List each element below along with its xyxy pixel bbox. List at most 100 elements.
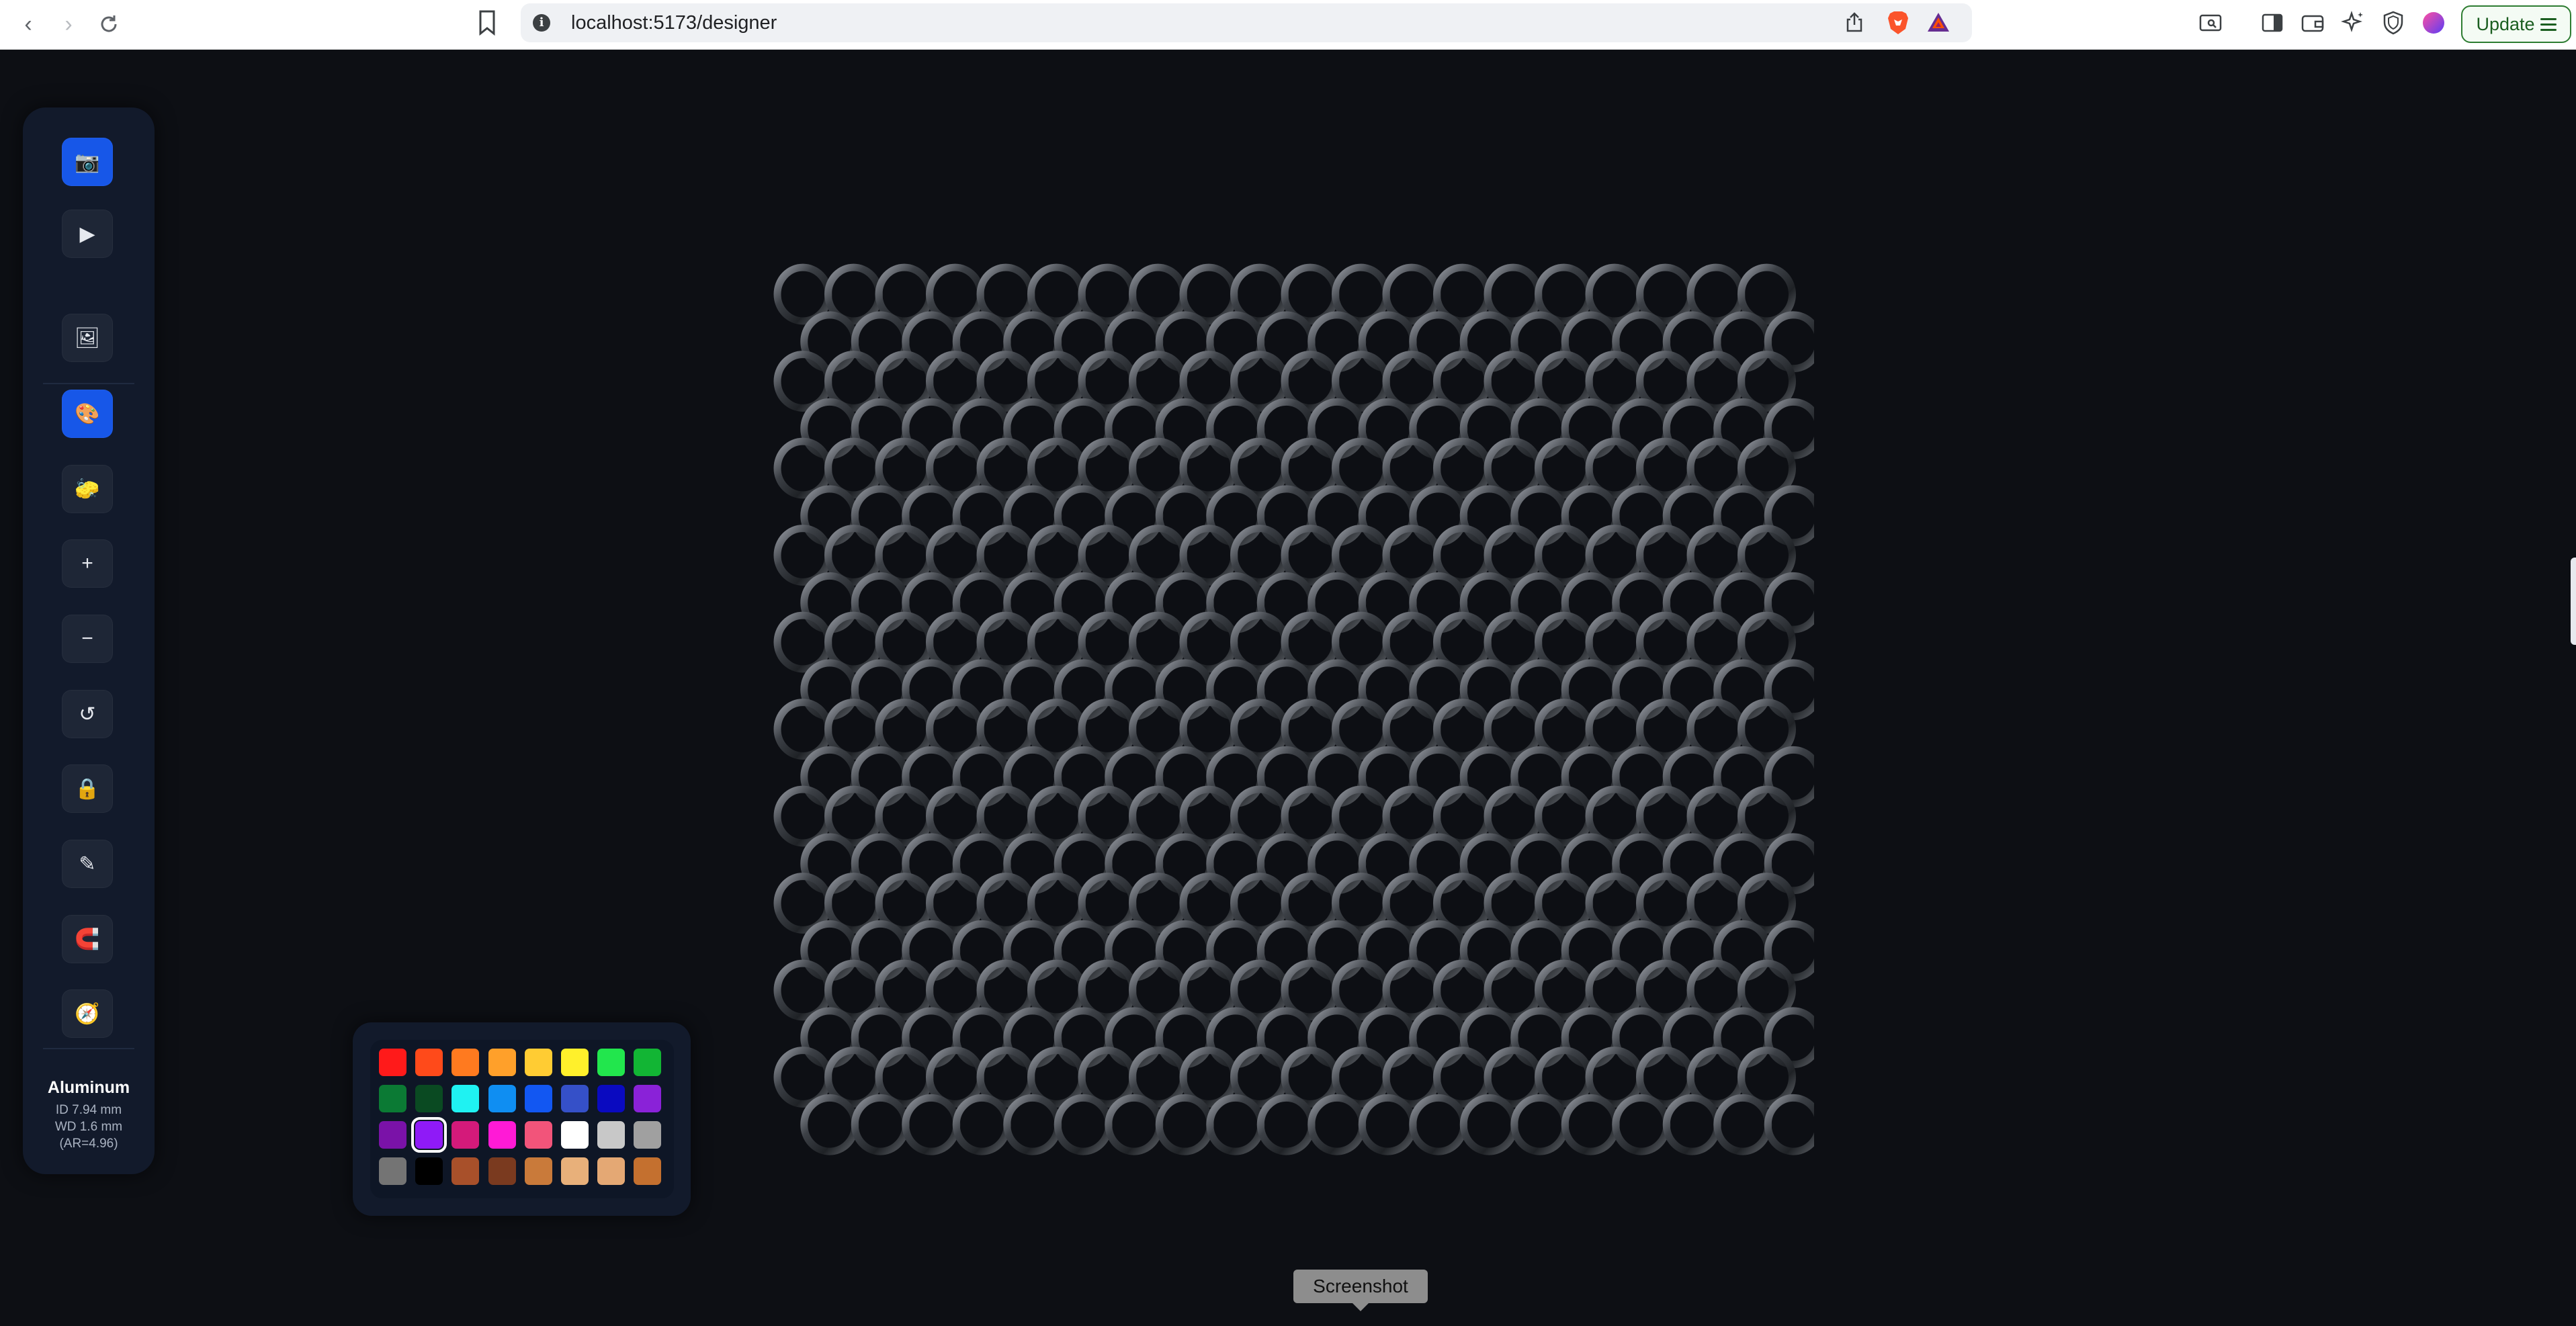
chainmail-ring[interactable] [1206,1094,1265,1155]
chainmail-ring[interactable] [800,833,859,895]
play-button[interactable]: ▶ [62,210,113,258]
camera-tool-button[interactable]: 📷 [62,138,113,186]
color-swatch[interactable] [452,1121,480,1149]
chainmail-ring[interactable] [902,572,961,633]
color-swatch[interactable] [634,1085,662,1112]
color-swatch[interactable] [488,1121,516,1149]
color-swatch[interactable] [634,1049,662,1076]
chainmail-ring[interactable] [1510,311,1570,373]
chainmail-ring[interactable] [1510,572,1570,633]
chainmail-ring[interactable] [1003,659,1062,721]
chainmail-ring[interactable] [1358,920,1417,981]
chainmail-ring[interactable] [902,746,961,807]
leo-ai-icon[interactable] [2339,9,2366,36]
chainmail-ring[interactable] [851,1094,910,1155]
chainmail-ring[interactable] [1459,920,1518,981]
chainmail-ring[interactable] [1510,659,1570,721]
chainmail-ring[interactable] [1409,1007,1468,1069]
chainmail-ring[interactable] [1358,746,1417,807]
chainmail-ring[interactable] [1155,398,1214,459]
update-button[interactable]: Update [2461,5,2571,43]
chainmail-ring[interactable] [1612,1094,1671,1155]
color-swatch[interactable] [634,1157,662,1185]
chainmail-ring[interactable] [1764,746,1814,807]
chainmail-ring[interactable] [1713,1094,1772,1155]
color-swatch[interactable] [488,1085,516,1112]
chainmail-ring[interactable] [1256,833,1316,895]
chainmail-ring[interactable] [1459,746,1518,807]
chainmail-ring[interactable] [1307,485,1367,547]
color-swatch[interactable] [452,1157,480,1185]
chainmail-ring[interactable] [1054,659,1113,721]
chainmail-ring[interactable] [902,1007,961,1069]
chainmail-ring[interactable] [851,920,910,981]
chainmail-ring[interactable] [1105,1007,1164,1069]
chainmail-ring[interactable] [1459,1094,1518,1155]
site-info-icon[interactable]: i [533,14,550,32]
chainmail-ring[interactable] [1054,311,1113,373]
chainmail-ring[interactable] [1155,1007,1214,1069]
chainmail-ring[interactable] [1713,485,1772,547]
chainmail-ring[interactable] [1561,311,1620,373]
chainmail-ring[interactable] [1612,485,1671,547]
chainmail-ring[interactable] [1054,1094,1113,1155]
address-bar[interactable]: i localhost:5173/designer [521,3,1972,42]
chainmail-ring[interactable] [800,746,859,807]
chainmail-ring[interactable] [1155,311,1214,373]
chainmail-canvas[interactable] [766,255,1814,1182]
chainmail-ring[interactable] [1409,920,1468,981]
chainmail-ring[interactable] [1561,572,1620,633]
chainmail-ring[interactable] [851,833,910,895]
chainmail-ring[interactable] [1105,485,1164,547]
profile-avatar-icon[interactable] [2420,9,2447,36]
chainmail-ring[interactable] [1307,833,1367,895]
chainmail-ring[interactable] [1206,1007,1265,1069]
chainmail-ring[interactable] [1409,833,1468,895]
chainmail-ring[interactable] [1662,746,1721,807]
color-swatch[interactable] [415,1049,443,1076]
chainmail-ring[interactable] [1206,920,1265,981]
chainmail-ring[interactable] [1054,833,1113,895]
chainmail-ring[interactable] [1358,485,1417,547]
chainmail-ring[interactable] [1662,485,1721,547]
chainmail-ring[interactable] [800,398,859,459]
chainmail-ring[interactable] [1054,398,1113,459]
color-swatch[interactable] [634,1121,662,1149]
color-swatch[interactable] [524,1157,552,1185]
chainmail-ring[interactable] [952,485,1011,547]
chainmail-ring[interactable] [1510,398,1570,459]
chainmail-ring[interactable] [1155,920,1214,981]
chainmail-ring[interactable] [1561,485,1620,547]
chainmail-ring[interactable] [1105,920,1164,981]
color-swatch[interactable] [597,1085,626,1112]
chainmail-ring[interactable] [952,659,1011,721]
chainmail-ring[interactable] [1662,833,1721,895]
chainmail-ring[interactable] [1713,398,1772,459]
chainmail-ring[interactable] [1713,1007,1772,1069]
chainmail-ring[interactable] [1612,920,1671,981]
chainmail-ring[interactable] [1510,920,1570,981]
chainmail-ring[interactable] [1105,833,1164,895]
chainmail-ring[interactable] [1612,833,1671,895]
chainmail-ring[interactable] [1409,311,1468,373]
chainmail-ring[interactable] [1256,920,1316,981]
color-swatch[interactable] [452,1085,480,1112]
chainmail-ring[interactable] [1510,1007,1570,1069]
chainmail-ring[interactable] [1105,311,1164,373]
chainmail-ring[interactable] [1612,398,1671,459]
chainmail-ring[interactable] [1003,1094,1062,1155]
chainmail-ring[interactable] [1003,398,1062,459]
brave-shields-icon[interactable] [1886,10,1910,36]
chainmail-ring[interactable] [1206,746,1265,807]
reset-view-button[interactable]: ↺ [62,690,113,738]
chainmail-ring[interactable] [1409,398,1468,459]
chainmail-ring[interactable] [1510,833,1570,895]
zoom-out-button[interactable]: − [62,615,113,663]
color-swatch[interactable] [561,1049,589,1076]
bookmark-icon[interactable] [477,9,497,36]
chainmail-ring[interactable] [1459,398,1518,459]
chainmail-ring[interactable] [1307,659,1367,721]
chainmail-ring[interactable] [1764,920,1814,981]
chainmail-ring[interactable] [1003,833,1062,895]
chainmail-ring[interactable] [1662,1094,1721,1155]
